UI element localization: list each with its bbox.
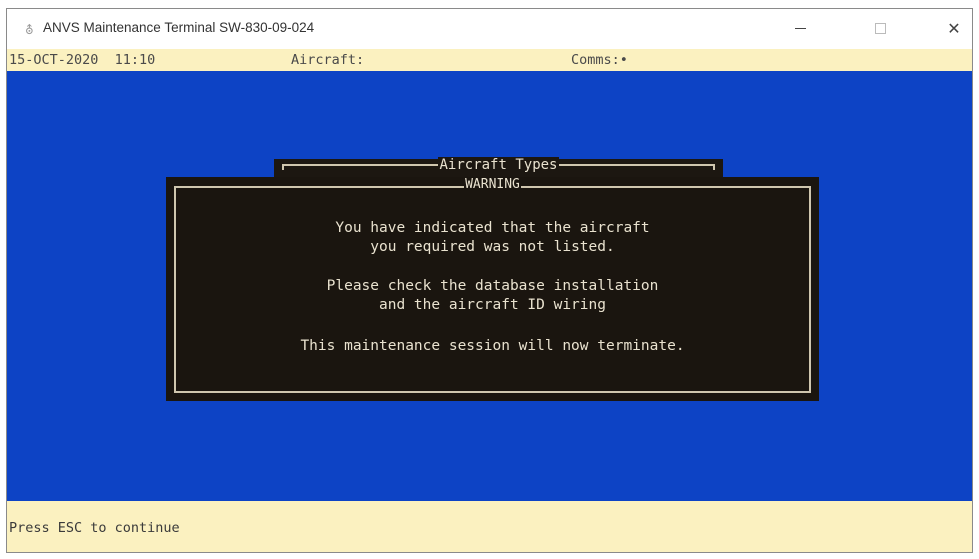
warning-title: WARNING: [464, 177, 521, 192]
terminal-screen: Aircraft Types WARNING You have indicate…: [7, 71, 972, 501]
minimize-button[interactable]: [777, 13, 823, 43]
status-bar: 15-OCT-2020 11:10 Aircraft: Comms:•: [7, 49, 972, 71]
warning-message-line: you required was not listed.: [370, 239, 615, 255]
warning-message-line: This maintenance session will now termin…: [300, 338, 685, 354]
continue-prompt: Press ESC to continue: [9, 520, 180, 536]
window-title: ANVS Maintenance Terminal SW-830-09-024: [43, 20, 315, 35]
comms-status: Comms:•: [571, 52, 628, 68]
warning-message-line: You have indicated that the aircraft: [335, 220, 650, 236]
warning-dialog: WARNING You have indicated that the airc…: [166, 177, 819, 401]
maximize-icon: [874, 22, 886, 34]
warning-message-line: Please check the database installation: [326, 278, 659, 294]
footer-bar: Press ESC to continue: [7, 501, 972, 552]
minimize-icon: [794, 27, 806, 29]
aircraft-label: Aircraft:: [291, 52, 365, 68]
title-bar[interactable]: ⛢ ANVS Maintenance Terminal SW-830-09-02…: [7, 9, 972, 49]
warning-message-line: and the aircraft ID wiring: [379, 297, 606, 313]
aircraft-types-title: Aircraft Types: [438, 157, 559, 173]
maximize-button[interactable]: [857, 13, 903, 43]
datetime-readout: 15-OCT-2020 11:10: [9, 52, 156, 68]
close-button[interactable]: ✕: [931, 13, 977, 43]
terminal-window: ⛢ ANVS Maintenance Terminal SW-830-09-02…: [6, 8, 973, 553]
app-icon: ⛢: [25, 23, 34, 37]
close-icon: ✕: [947, 18, 961, 38]
